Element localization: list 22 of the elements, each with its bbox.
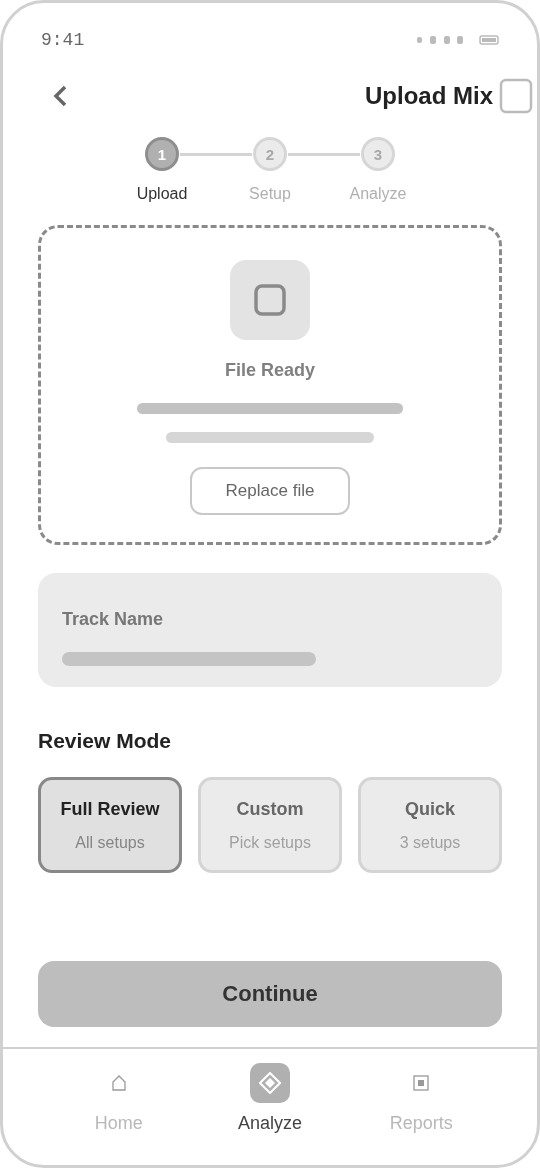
signal-icon xyxy=(417,36,463,44)
step-number: 3 xyxy=(361,137,395,171)
mode-option[interactable]: Quick 3 setups xyxy=(358,777,502,873)
step-label: Setup xyxy=(249,185,291,203)
section-title: Review Mode xyxy=(38,729,172,753)
continue-button[interactable]: Continue xyxy=(38,961,502,1027)
status-time: 9:41 xyxy=(41,30,85,50)
nav-tab[interactable]: Analyze xyxy=(215,1063,325,1165)
upload-status: File Ready xyxy=(224,360,315,381)
step-label: Upload xyxy=(136,185,188,203)
file-icon xyxy=(230,260,310,340)
step-number: 2 xyxy=(253,137,287,171)
track-name-label: Track Name xyxy=(62,609,164,630)
step-label: Analyze xyxy=(349,185,407,203)
mode-option[interactable]: Custom Pick setups xyxy=(198,777,342,873)
battery-icon xyxy=(479,35,499,45)
track-name-card[interactable]: Track Name xyxy=(38,573,502,687)
mode-option[interactable]: Full Review All setups xyxy=(38,777,182,873)
replace-file-button[interactable]: Replace file xyxy=(190,467,350,515)
back-icon xyxy=(51,83,69,109)
screen-title: Upload Mix xyxy=(365,82,493,110)
step-number: 1 xyxy=(145,137,179,171)
